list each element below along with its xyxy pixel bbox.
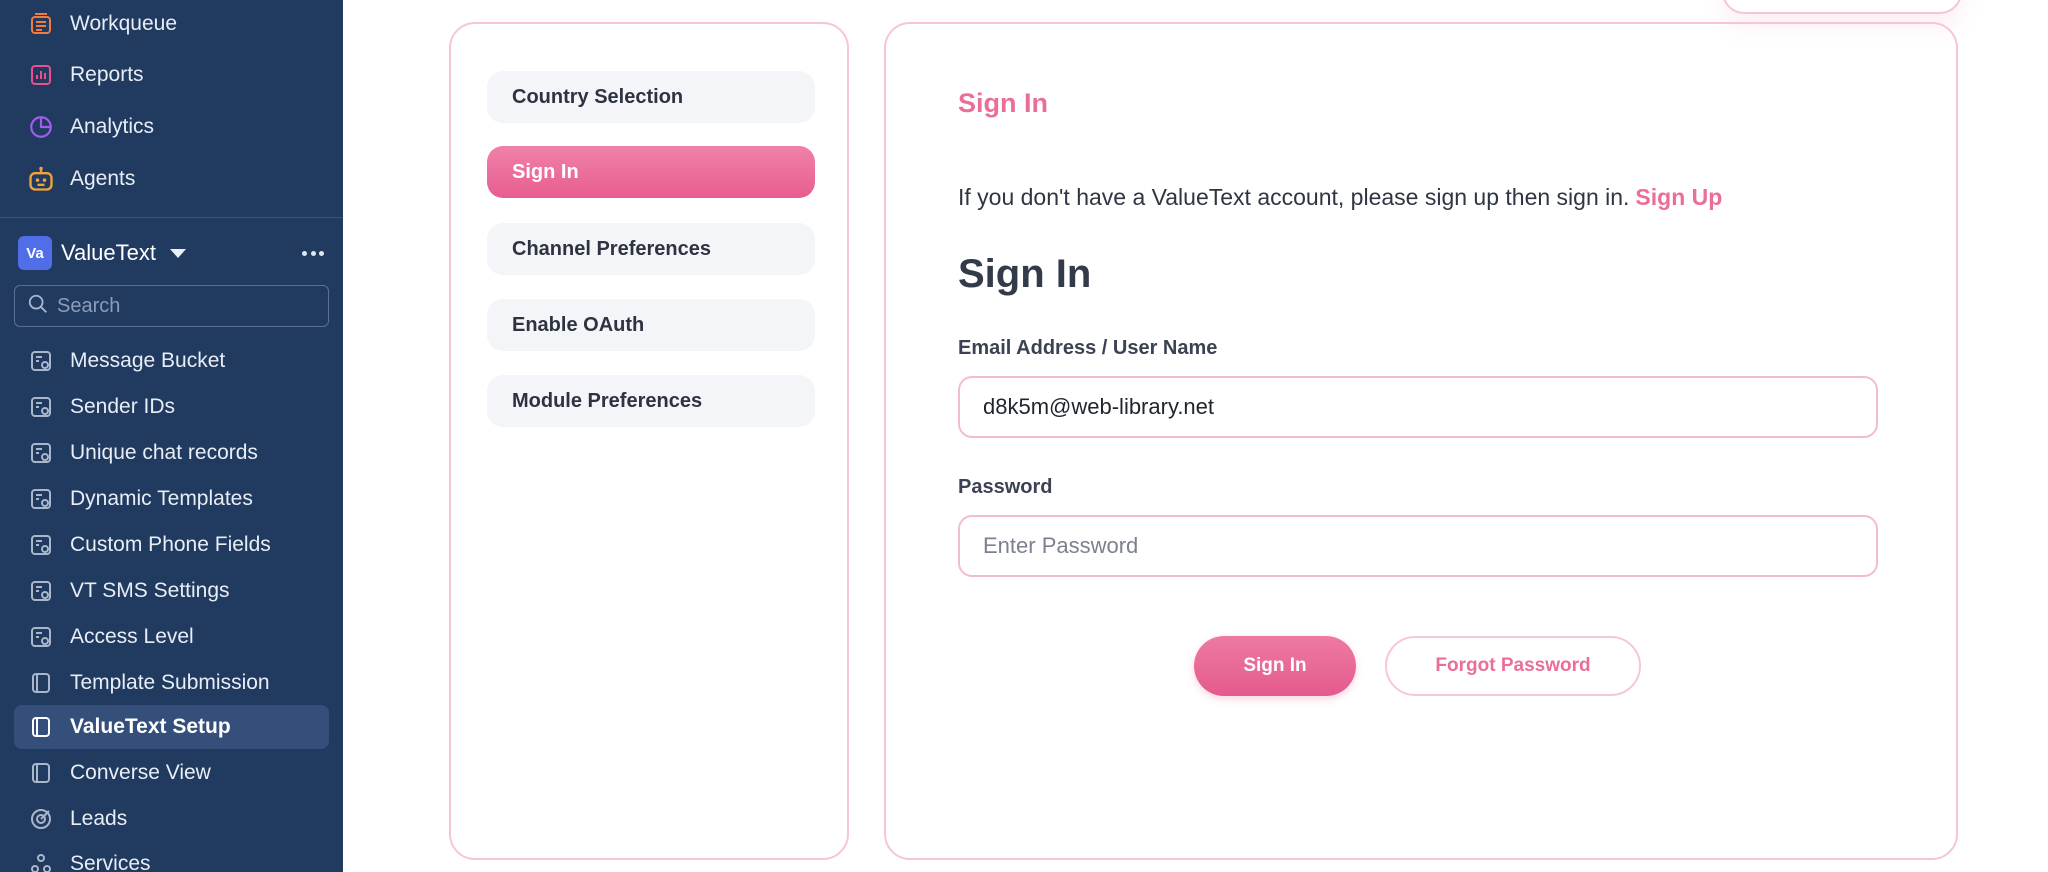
sidebar-item-sender-ids[interactable]: Sender IDs	[14, 385, 329, 429]
setup-steps-panel: Country Selection Sign In Channel Prefer…	[449, 22, 849, 860]
sidebar-item-services[interactable]: Services	[14, 842, 329, 872]
sidebar-item-leads[interactable]: Leads	[14, 797, 329, 841]
analytics-icon	[26, 112, 56, 142]
sidebar-item-label: Reports	[70, 63, 144, 86]
sidebar-item-label: Analytics	[70, 115, 155, 138]
sidebar-item-label: ValueText Setup	[70, 715, 231, 738]
sidebar: Workqueue Reports Analytics Agents Va Va…	[0, 0, 343, 872]
more-options-icon[interactable]	[298, 242, 328, 264]
sidebar-item-valuetext-setup[interactable]: ValueText Setup	[14, 705, 329, 749]
sign-in-panel: Sign In If you don't have a ValueText ac…	[884, 22, 1958, 860]
page-icon	[26, 758, 56, 788]
sidebar-item-workqueue[interactable]: Workqueue	[14, 2, 329, 46]
module-icon	[26, 530, 56, 560]
signup-prompt-text: If you don't have a ValueText account, p…	[958, 184, 1630, 210]
step-sign-in[interactable]: Sign In	[487, 146, 815, 198]
search-input[interactable]	[57, 294, 317, 318]
team-avatar: Va	[18, 236, 52, 270]
reports-icon	[26, 60, 56, 90]
sidebar-item-message-bucket[interactable]: Message Bucket	[14, 339, 329, 383]
password-field-wrapper	[958, 515, 1878, 577]
form-heading: Sign In	[958, 252, 1092, 296]
sidebar-item-unique-chat-records[interactable]: Unique chat records	[14, 431, 329, 475]
sidebar-item-label: Template Submission	[70, 671, 270, 694]
sidebar-item-label: Sender IDs	[70, 395, 176, 418]
search-icon	[27, 293, 49, 320]
panel-title: Sign In	[958, 88, 1048, 118]
sidebar-item-label: VT SMS Settings	[70, 579, 230, 602]
header-action-button[interactable]	[1722, 0, 1962, 14]
sidebar-item-label: Converse View	[70, 761, 211, 784]
step-enable-oauth[interactable]: Enable OAuth	[487, 299, 815, 351]
module-icon	[26, 392, 56, 422]
sidebar-search[interactable]	[14, 285, 329, 327]
sidebar-item-vt-sms-settings[interactable]: VT SMS Settings	[14, 569, 329, 613]
sidebar-item-label: Services	[70, 852, 151, 872]
caret-down-icon[interactable]	[169, 248, 186, 258]
team-name: ValueText	[61, 240, 156, 265]
sidebar-item-template-submission[interactable]: Template Submission	[14, 661, 329, 705]
sidebar-item-access-level[interactable]: Access Level	[14, 615, 329, 659]
email-field[interactable]	[983, 394, 1843, 420]
agents-icon	[26, 164, 56, 194]
module-icon	[26, 484, 56, 514]
sidebar-item-label: Dynamic Templates	[70, 487, 253, 510]
signup-prompt: If you don't have a ValueText account, p…	[958, 184, 1722, 211]
step-channel-preferences[interactable]: Channel Preferences	[487, 223, 815, 275]
password-label: Password	[958, 476, 1053, 498]
sidebar-item-label: Leads	[70, 807, 128, 830]
forgot-password-button[interactable]: Forgot Password	[1385, 636, 1641, 696]
sidebar-item-label: Custom Phone Fields	[70, 533, 271, 556]
signup-link[interactable]: Sign Up	[1635, 184, 1722, 210]
sidebar-item-analytics[interactable]: Analytics	[14, 105, 329, 149]
sidebar-divider	[0, 217, 343, 218]
sidebar-item-label: Unique chat records	[70, 441, 258, 464]
step-module-preferences[interactable]: Module Preferences	[487, 375, 815, 427]
email-label: Email Address / User Name	[958, 337, 1218, 359]
sidebar-item-dynamic-templates[interactable]: Dynamic Templates	[14, 477, 329, 521]
sidebar-item-label: Message Bucket	[70, 349, 226, 372]
module-icon	[26, 346, 56, 376]
sidebar-item-converse-view[interactable]: Converse View	[14, 751, 329, 795]
team-switcher[interactable]: Va ValueText	[18, 236, 328, 270]
page-icon	[26, 712, 56, 742]
password-field[interactable]	[983, 533, 1843, 559]
sidebar-item-label: Workqueue	[70, 12, 178, 35]
email-field-wrapper	[958, 376, 1878, 438]
module-icon	[26, 622, 56, 652]
module-icon	[26, 576, 56, 606]
sidebar-item-label: Agents	[70, 167, 136, 190]
services-icon	[26, 849, 56, 872]
workqueue-icon	[26, 9, 56, 39]
sign-in-button[interactable]: Sign In	[1194, 636, 1356, 696]
sidebar-item-custom-phone-fields[interactable]: Custom Phone Fields	[14, 523, 329, 567]
leads-icon	[26, 804, 56, 834]
sidebar-item-agents[interactable]: Agents	[14, 157, 329, 201]
module-icon	[26, 438, 56, 468]
page-icon	[26, 668, 56, 698]
step-country-selection[interactable]: Country Selection	[487, 71, 815, 123]
sidebar-item-label: Access Level	[70, 625, 194, 648]
sidebar-item-reports[interactable]: Reports	[14, 53, 329, 97]
